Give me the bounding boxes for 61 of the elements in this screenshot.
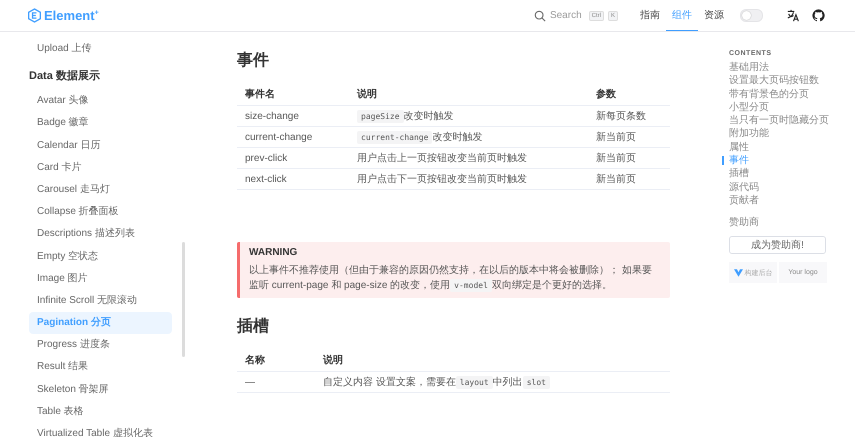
table-cell: current-change 改变时触发 [349, 126, 588, 148]
sponsor-title: 赞助商 [729, 216, 760, 230]
toc-link[interactable]: 基础用法 [729, 61, 769, 74]
warning-title: WARNING [249, 247, 298, 258]
sidebar-item[interactable]: Calendar 日历 [29, 134, 172, 157]
section-heading: 插槽 [237, 316, 270, 337]
search-icon [534, 10, 546, 22]
translate-icon[interactable] [787, 9, 800, 22]
sidebar-item[interactable]: Result 结果 [29, 356, 172, 379]
theme-switch[interactable] [740, 9, 763, 22]
table-cell: 自定义内容 设置文案，需要在 layout 中列出 slot [315, 372, 670, 392]
table-cell: — [237, 372, 315, 392]
warning-text: 以上事件不推荐使用（但由于兼容的原因仍然支持，在以后的版本中将会被删除）； 如果要监听 current-page 和 page-size 的改变，使用 v-model 双向绑定是个更好的选择。 [249, 264, 653, 293]
sidebar-item[interactable]: Table 表格 [29, 400, 172, 423]
toc-link[interactable]: 源代码 [729, 180, 759, 194]
table-cell: size-change [237, 106, 349, 126]
table-cell: 用户点击上一页按钮改变当前页时触发 [349, 148, 588, 168]
sidebar-item[interactable]: Badge 徽章 [29, 112, 172, 135]
nav-link[interactable]: 资源 [698, 0, 730, 31]
sidebar-item[interactable]: Descriptions 描述列表 [29, 223, 172, 246]
logo-icon [28, 8, 41, 23]
sidebar-item[interactable]: Progress 进度条 [29, 334, 172, 356]
sidebar-item[interactable]: Empty 空状态 [29, 246, 172, 268]
table-cell: current-change [237, 126, 349, 148]
nav-link[interactable]: 指南 [634, 0, 666, 31]
table-cell: 用户点击下一页按钮改变当前页时触发 [349, 168, 588, 190]
column-header: 说明 [315, 349, 670, 372]
toc-link[interactable]: 小型分页 [729, 100, 769, 114]
sidebar-item[interactable]: Carousel 走马灯 [29, 178, 172, 202]
sponsor-button[interactable]: 成为赞助商! [729, 236, 826, 254]
chevron-logo-icon [734, 268, 742, 277]
table-cell: next-click [237, 168, 349, 190]
table-cell: prev-click [237, 148, 349, 168]
nav-link[interactable]: 组件 [666, 0, 698, 31]
toc-link[interactable]: 插槽 [729, 167, 749, 181]
toc-link[interactable]: 当只有一页时隐藏分页 [729, 114, 829, 128]
table-cell: pageSize 改变时触发 [349, 106, 588, 126]
toc-link[interactable]: 附加功能 [729, 127, 769, 141]
sidebar-item[interactable]: Image 图片 [29, 268, 172, 290]
sidebar-item[interactable]: Avatar 头像 [29, 90, 172, 112]
sidebar-item[interactable]: Upload 上传 [29, 38, 172, 60]
table-cell: 新当前页 [588, 168, 670, 190]
toc-link[interactable]: 贡献者 [729, 194, 759, 208]
sidebar-item[interactable]: Infinite Scroll 无限滚动 [29, 290, 172, 312]
sidebar-item[interactable]: Skeleton 骨架屏 [29, 378, 172, 401]
column-header: 参数 [588, 83, 670, 106]
sidebar-group-title: Data 数据展示 [29, 69, 101, 84]
column-header: 说明 [349, 83, 588, 106]
section-heading: 事件 [237, 50, 270, 71]
scrollbar[interactable] [182, 242, 185, 357]
table-cell: 新当前页 [588, 126, 670, 148]
toc-link[interactable]: 带有背景色的分页 [729, 88, 809, 101]
column-header: 事件名 [237, 83, 349, 106]
sidebar-item[interactable]: Collapse 折叠面板 [29, 201, 172, 224]
toc-link[interactable]: 设置最大页码按钮数 [729, 74, 819, 88]
table-cell: 新当前页 [588, 148, 670, 168]
sidebar-item[interactable]: Card 卡片 [29, 156, 172, 179]
column-header: 名称 [237, 349, 315, 372]
toc-link[interactable]: 属性 [729, 140, 749, 154]
github-icon[interactable] [812, 9, 825, 22]
table-cell: 新每页条数 [588, 106, 670, 126]
